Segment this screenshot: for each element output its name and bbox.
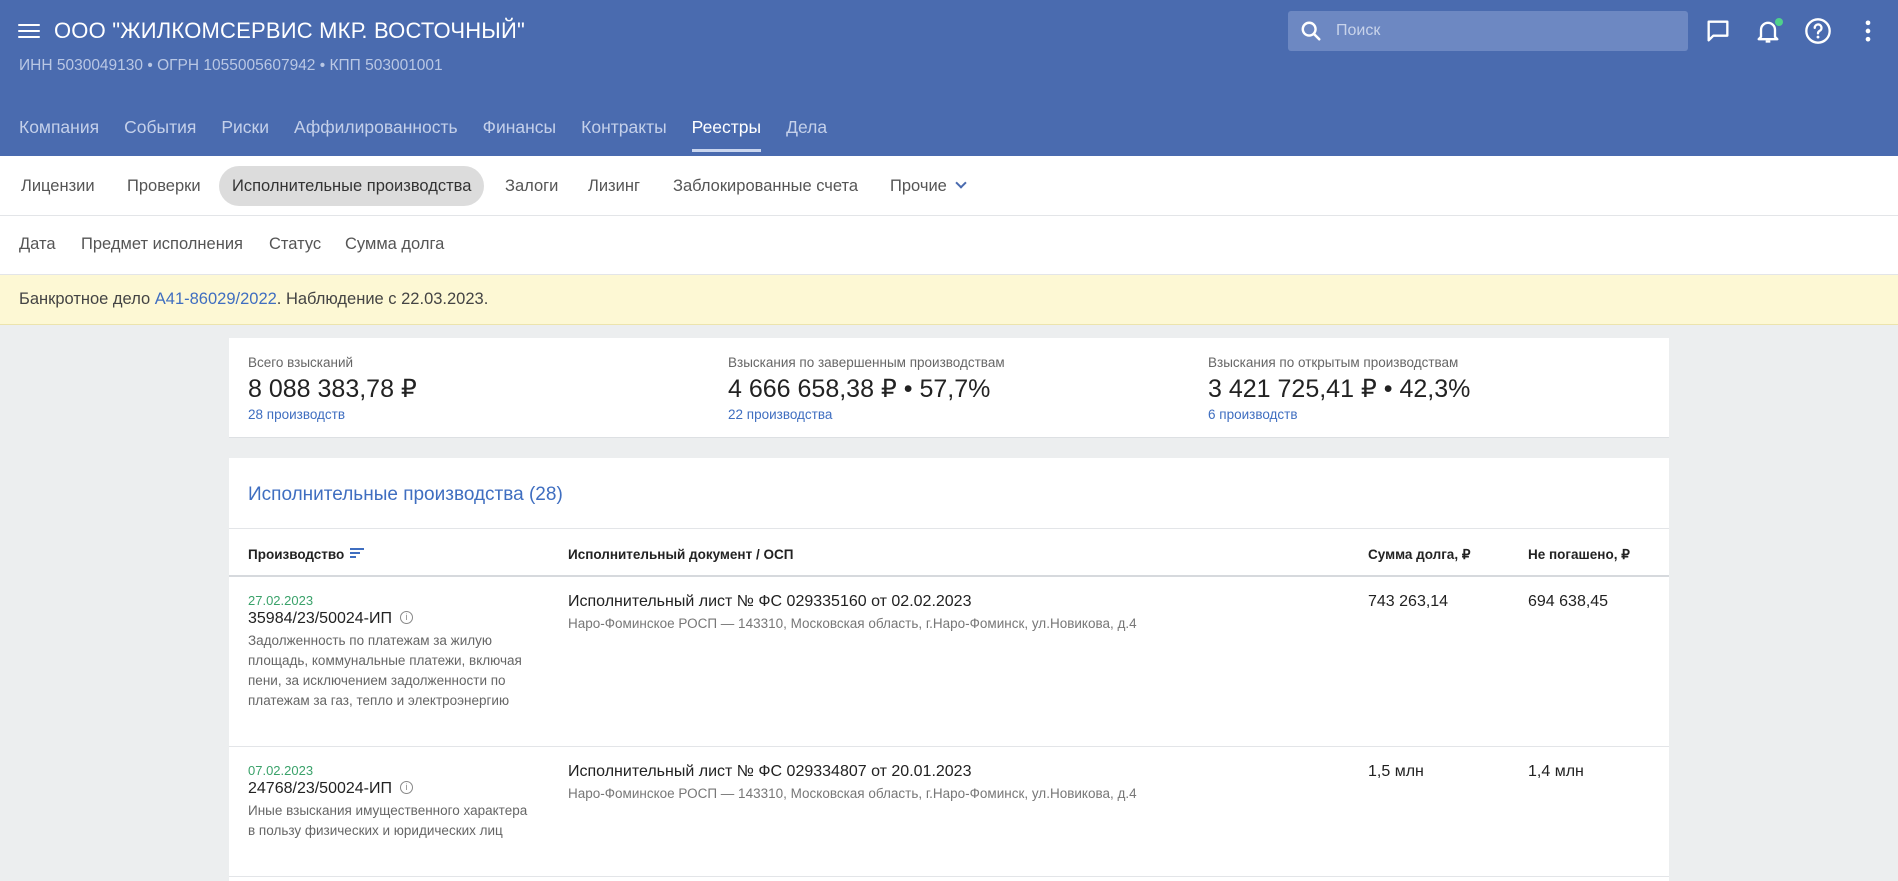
filter-subject[interactable]: Предмет исполнения [81, 235, 243, 254]
tab-finance[interactable]: Финансы [483, 117, 556, 152]
summary-total: Всего взысканий 8 088 383,78 ₽ 28 произв… [248, 355, 417, 422]
table-row[interactable]: 27.02.2023 35984/23/50024-ИП i Задолженно… [229, 577, 1669, 747]
subtab-licenses[interactable]: Лицензии [21, 166, 95, 206]
tab-risks[interactable]: Риски [221, 117, 269, 152]
tab-company[interactable]: Компания [19, 117, 99, 152]
top-header: ООО "ЖИЛКОМСЕРВИС МКР. ВОСТОЧНЫЙ" ИНН 50… [0, 0, 1898, 156]
search-box [1288, 11, 1688, 51]
filter-date[interactable]: Дата [19, 235, 56, 254]
summary-label: Всего взысканий [248, 355, 354, 370]
table-row[interactable]: 07.02.2023 24768/23/50024-ИП i Иные взыск… [229, 747, 1669, 877]
column-proceeding[interactable]: Производство [248, 547, 365, 562]
enforcement-document: Исполнительный лист № ФС 029335160 от 02… [568, 593, 972, 610]
summary-label: Взыскания по открытым производствам [1208, 355, 1459, 370]
info-icon[interactable]: i [400, 611, 413, 625]
subtab-other-label: Прочие [890, 177, 947, 195]
company-ids: ИНН 5030049130 • ОГРН 1055005607942 • КП… [19, 57, 443, 74]
help-icon[interactable] [1804, 17, 1832, 45]
summary-value: 3 421 725,41 ₽ • 42,3% [1208, 375, 1471, 403]
proceeding-number[interactable]: 35984/23/50024-ИП [248, 610, 392, 627]
sort-icon[interactable] [350, 548, 365, 560]
summary-link[interactable]: 22 производства [728, 407, 1005, 422]
summary-link[interactable]: 6 производств [1208, 407, 1470, 422]
bankruptcy-banner: Банкротное дело А41-86029/2022. Наблюден… [0, 275, 1898, 325]
filter-debt-amount[interactable]: Сумма долга [345, 235, 444, 254]
enforcement-document: Исполнительный лист № ФС 029334807 от 20… [568, 763, 972, 780]
proceeding-description: Иные взыскания имущественного характера … [248, 803, 528, 838]
unpaid-amount: 694 638,45 [1528, 593, 1609, 610]
filter-status[interactable]: Статус [269, 235, 321, 254]
column-unpaid: Не погашено, ₽ [1528, 547, 1630, 562]
chat-icon[interactable] [1704, 17, 1732, 45]
summary-open: Взыскания по открытым производствам 3 42… [1208, 355, 1470, 422]
subtab-other[interactable]: Прочие [890, 166, 967, 206]
table-header: Производство Исполнительный документ / О… [229, 528, 1669, 577]
info-icon[interactable]: i [400, 781, 413, 795]
tab-registries[interactable]: Реестры [691, 117, 762, 152]
notification-dot [1775, 18, 1783, 26]
column-document: Исполнительный документ / ОСП [568, 547, 794, 562]
search-input[interactable] [1336, 11, 1676, 51]
summary-value: 8 088 383,78 ₽ [248, 375, 417, 403]
banner-suffix: . Наблюдение с 22.03.2023. [276, 290, 489, 308]
subtab-blocked-accounts[interactable]: Заблокированные счета [673, 166, 858, 206]
menu-icon[interactable] [18, 20, 40, 42]
column-proceeding-label: Производство [248, 547, 345, 562]
bailiff-office: Наро-Фоминское РОСП — 143310, Московская… [568, 616, 1137, 631]
subtab-inspections[interactable]: Проверки [127, 166, 201, 206]
bankruptcy-case-link[interactable]: А41-86029/2022 [155, 290, 277, 308]
debt-amount: 743 263,14 [1368, 593, 1449, 610]
banner-prefix: Банкротное дело [19, 290, 155, 308]
summary-link[interactable]: 28 производств [248, 407, 417, 422]
proceeding-number[interactable]: 24768/23/50024-ИП [248, 780, 392, 797]
debt-amount: 1,5 млн [1368, 763, 1424, 780]
subtab-pledges[interactable]: Залоги [505, 166, 558, 206]
summary-card: Всего взысканий 8 088 383,78 ₽ 28 произв… [229, 338, 1669, 438]
tab-affiliation[interactable]: Аффилированность [294, 117, 458, 152]
summary-value: 4 666 658,38 ₽ • 57,7% [728, 375, 991, 403]
tab-events[interactable]: События [124, 117, 196, 152]
proceeding-description: Задолженность по платежам за жилую площа… [248, 633, 522, 708]
subtab-leasing[interactable]: Лизинг [588, 166, 640, 206]
chevron-down-icon [955, 177, 967, 189]
sub-tabs: Лицензии Проверки Исполнительные произво… [0, 156, 1898, 216]
tab-contracts[interactable]: Контракты [581, 117, 667, 152]
enforcement-table-card: Исполнительные производства (28) Произво… [229, 458, 1669, 881]
filter-bar: Дата Предмет исполнения Статус Сумма дол… [0, 216, 1898, 275]
unpaid-amount: 1,4 млн [1528, 763, 1584, 780]
proceeding-date: 07.02.2023 [248, 763, 314, 778]
subtab-enforcement[interactable]: Исполнительные производства [219, 166, 485, 206]
column-debt: Сумма долга, ₽ [1368, 547, 1471, 562]
table-title: Исполнительные производства (28) [248, 484, 563, 505]
summary-completed: Взыскания по завершенным производствам 4… [728, 355, 1005, 422]
summary-label: Взыскания по завершенным производствам [728, 355, 1005, 370]
main-tabs: Компания События Риски Аффилированность … [19, 117, 852, 152]
company-name: ООО "ЖИЛКОМСЕРВИС МКР. ВОСТОЧНЫЙ" [54, 18, 525, 43]
tab-cases[interactable]: Дела [786, 117, 827, 152]
bailiff-office: Наро-Фоминское РОСП — 143310, Московская… [568, 786, 1137, 801]
more-vertical-icon[interactable] [1854, 17, 1882, 45]
search-icon[interactable] [1300, 20, 1322, 42]
proceeding-date: 27.02.2023 [248, 593, 314, 608]
